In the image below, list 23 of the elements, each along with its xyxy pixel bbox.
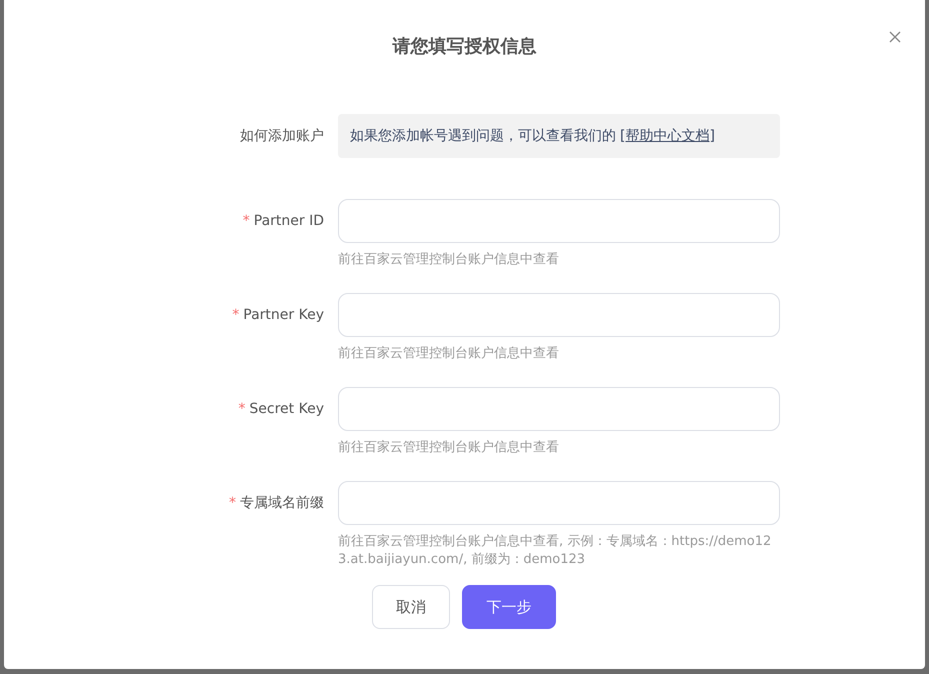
field-hint: 前往百家云管理控制台账户信息中查看 xyxy=(338,439,560,457)
close-icon[interactable] xyxy=(889,31,901,43)
help-link[interactable]: [帮助中心文档] xyxy=(620,127,715,145)
dialog-title: 请您填写授权信息 xyxy=(392,35,536,59)
field-hint: 前往百家云管理控制台账户信息中查看 xyxy=(338,251,560,269)
next-button[interactable]: 下一步 xyxy=(462,585,556,629)
input-field[interactable] xyxy=(338,481,780,525)
required-mark: * xyxy=(232,307,240,323)
field-label: Partner ID xyxy=(254,213,324,229)
field-label: Secret Key xyxy=(249,401,324,417)
field-label: 如何添加账户 xyxy=(240,127,324,145)
required-mark: * xyxy=(242,213,250,229)
input-field[interactable] xyxy=(338,199,780,243)
input-field[interactable] xyxy=(338,293,780,337)
required-mark: * xyxy=(229,495,236,511)
required-mark: * xyxy=(238,401,246,417)
field-label: 专属域名前缀 xyxy=(240,494,324,512)
field-label: Partner Key xyxy=(243,307,324,323)
field-hint: 前往百家云管理控制台账户信息中查看, 示例：专属域名：https://demo123.at.baijiayun.com/, 前缀为：demo123 xyxy=(338,533,772,569)
help-text: 如果您添加帐号遇到问题，可以查看我们的 xyxy=(350,127,616,145)
field-hint: 前往百家云管理控制台账户信息中查看 xyxy=(338,345,560,363)
input-field[interactable] xyxy=(338,387,780,431)
cancel-button[interactable]: 取消 xyxy=(372,585,450,629)
